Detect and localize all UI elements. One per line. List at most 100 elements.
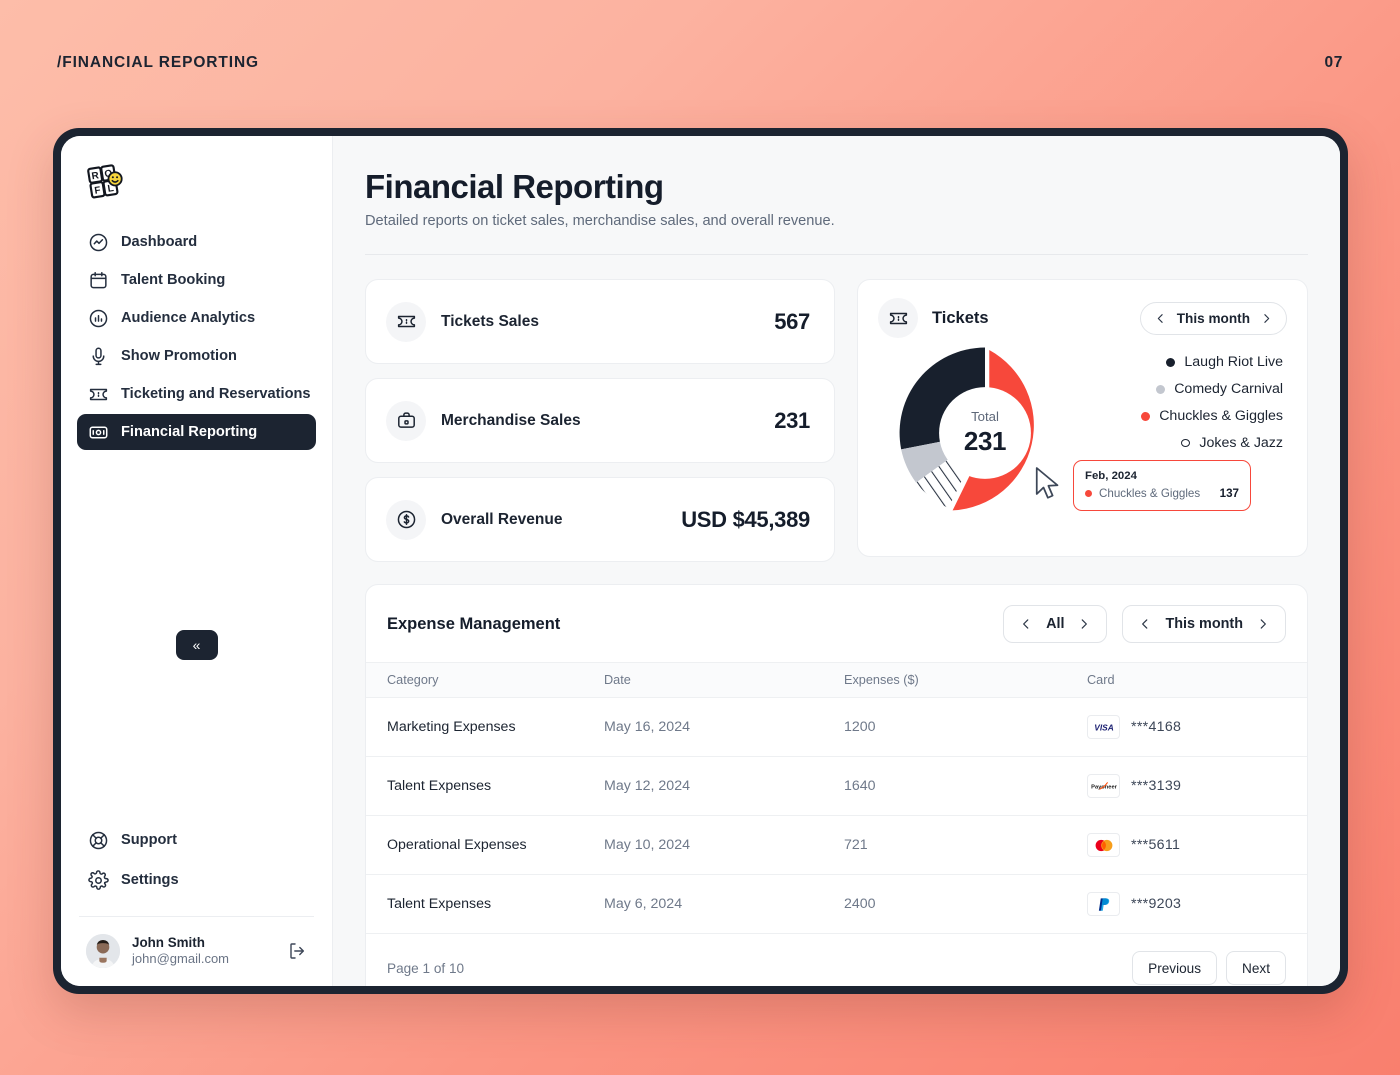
pagination-controls: Previous Next (1132, 951, 1286, 985)
sidebar-item-label: Talent Booking (121, 272, 226, 288)
legend-swatch (1156, 384, 1166, 394)
chevron-left-icon[interactable] (1154, 312, 1167, 325)
sidebar-item-label: Support (121, 832, 177, 848)
sidebar-item-talent-booking[interactable]: Talent Booking (77, 262, 316, 298)
sidebar-item-label: Audience Analytics (121, 310, 256, 326)
cell-card: ***9203 (1087, 874, 1307, 934)
cell-date: May 10, 2024 (604, 815, 844, 875)
legend-swatch (1181, 439, 1191, 447)
tickets-period-label: This month (1176, 310, 1250, 326)
ticket-icon (878, 298, 918, 338)
sidebar-item-label: Settings (121, 872, 179, 888)
expense-management-panel: Expense Management All This month Catego… (365, 584, 1308, 986)
microphone-icon (88, 346, 109, 367)
stat-card-merchandise-sales[interactable]: Merchandise Sales 231 (365, 378, 835, 463)
tickets-donut-chart: Total 231 Laugh Riot Live Comedy Carniva… (878, 338, 1287, 538)
calendar-icon (88, 270, 109, 291)
expense-filters: All This month (1003, 605, 1286, 643)
header-divider (365, 254, 1308, 255)
expense-table-footer: Page 1 of 10 Previous Next (366, 934, 1307, 986)
table-row[interactable]: Talent Expenses May 6, 2024 2400 ***9203 (366, 874, 1307, 934)
page-title: Financial Reporting (365, 168, 664, 205)
cell-category: Talent Expenses (366, 756, 604, 816)
visa-icon: VISA (1087, 715, 1120, 739)
user-email: john@gmail.com (132, 951, 230, 967)
tickets-panel: Tickets This month Total 231 Laugh Riot … (857, 279, 1308, 562)
table-row[interactable]: Operational Expenses May 10, 2024 721 **… (366, 815, 1307, 875)
legend-label: Laugh Riot Live (1184, 354, 1283, 370)
user-name: John Smith (132, 934, 205, 950)
pagination-label: Page 1 of 10 (387, 960, 465, 976)
expense-table-body: Marketing Expenses May 16, 2024 1200 VIS… (366, 697, 1307, 934)
chevron-right-icon[interactable] (1260, 312, 1273, 325)
sidebar-item-dashboard[interactable]: Dashboard (77, 224, 316, 260)
sidebar-item-support[interactable]: Support (77, 822, 316, 858)
sidebar-item-label: Show Promotion (121, 348, 237, 364)
legend-swatch (1141, 411, 1151, 421)
user-profile[interactable]: John Smith john@gmail.com (77, 917, 316, 972)
sidebar-item-label: Dashboard (121, 234, 198, 250)
stat-label: Merchandise Sales (441, 411, 581, 429)
chevron-left-icon[interactable] (1019, 617, 1033, 631)
stat-value: 231 (774, 407, 810, 433)
stat-card-tickets-sales[interactable]: Tickets Sales 567 (365, 279, 835, 364)
user-meta: John Smith john@gmail.com (132, 935, 275, 968)
column-header-card: Card (1087, 662, 1307, 698)
page-header-strip: /FINANCIAL REPORTING 07 (0, 0, 1400, 125)
expense-category-filter[interactable]: All (1003, 605, 1108, 643)
sidebar-item-settings[interactable]: Settings (77, 862, 316, 898)
legend-label: Comedy Carnival (1174, 381, 1283, 397)
rofl-logo-icon[interactable]: R O F L (86, 164, 126, 202)
cell-expenses: 2400 (844, 874, 1087, 934)
cell-card-number: ***3139 (1131, 778, 1182, 794)
sidebar-item-show-promotion[interactable]: Show Promotion (77, 338, 316, 374)
avatar (86, 934, 120, 968)
table-row[interactable]: Marketing Expenses May 16, 2024 1200 VIS… (366, 697, 1307, 757)
tickets-period-filter[interactable]: This month (1139, 301, 1287, 335)
expense-category-label: All (1046, 616, 1065, 632)
sidebar-footer: Support Settings John Smith john@gmail.c… (77, 822, 316, 972)
expense-panel-header: Expense Management All This month (366, 585, 1307, 662)
sidebar-item-audience-analytics[interactable]: Audience Analytics (77, 300, 316, 336)
briefcase-icon (386, 400, 426, 441)
legend-item-comedy-carnival[interactable]: Comedy Carnival (1156, 381, 1283, 397)
sidebar-item-financial-reporting[interactable]: Financial Reporting (77, 414, 316, 450)
gear-icon (88, 869, 109, 891)
previous-page-button[interactable]: Previous (1132, 951, 1218, 985)
logout-icon[interactable] (287, 941, 307, 961)
chevron-right-icon[interactable] (1256, 617, 1270, 631)
legend-label: Jokes & Jazz (1199, 435, 1283, 451)
cell-card: ***5611 (1087, 815, 1307, 875)
cell-date: May 6, 2024 (604, 874, 844, 934)
table-row[interactable]: Talent Expenses May 12, 2024 1640 Payone… (366, 756, 1307, 816)
sidebar-collapse-button[interactable]: « (175, 630, 218, 660)
donut-tooltip: Feb, 2024 Chuckles & Giggles 137 (1073, 460, 1251, 511)
paypal-icon (1087, 892, 1120, 916)
stat-label: Tickets Sales (441, 312, 539, 330)
cell-category: Operational Expenses (366, 815, 604, 875)
main-content: Financial Reporting Detailed reports on … (333, 136, 1340, 986)
chevron-right-icon[interactable] (1077, 617, 1091, 631)
sidebar-item-ticketing-and-reservations[interactable]: Ticketing and Reservations (77, 376, 316, 412)
summary-row: Tickets Sales 567 Merchandise Sales 231 (365, 279, 1308, 562)
chevron-left-icon[interactable] (1138, 617, 1152, 631)
cell-card-number: ***4168 (1131, 719, 1182, 735)
ticket-icon (88, 384, 109, 405)
app-window: R O F L Dashboard Talent Booking Audienc… (53, 128, 1348, 994)
stat-card-overall-revenue[interactable]: Overall Revenue USD $45,389 (365, 477, 835, 562)
expense-period-label: This month (1165, 616, 1243, 632)
expense-period-filter[interactable]: This month (1122, 605, 1286, 643)
expense-panel-title: Expense Management (387, 614, 561, 633)
ticket-icon (386, 301, 426, 342)
cell-category: Talent Expenses (366, 874, 604, 934)
cell-expenses: 721 (844, 815, 1087, 875)
stat-value: USD $45,389 (681, 506, 810, 532)
legend-item-chuckles-and-giggles[interactable]: Chuckles & Giggles (1141, 408, 1283, 424)
legend-item-jokes-and-jazz[interactable]: Jokes & Jazz (1181, 435, 1283, 451)
legend-item-laugh-riot-live[interactable]: Laugh Riot Live (1166, 354, 1283, 370)
svg-text:VISA: VISA (1094, 723, 1113, 732)
cell-card: VISA ***4168 (1087, 697, 1307, 757)
cell-card: Payoneer ***3139 (1087, 756, 1307, 816)
next-page-button[interactable]: Next (1226, 951, 1286, 985)
donut-legend: Laugh Riot Live Comedy Carnival Chuckles… (1141, 354, 1283, 451)
